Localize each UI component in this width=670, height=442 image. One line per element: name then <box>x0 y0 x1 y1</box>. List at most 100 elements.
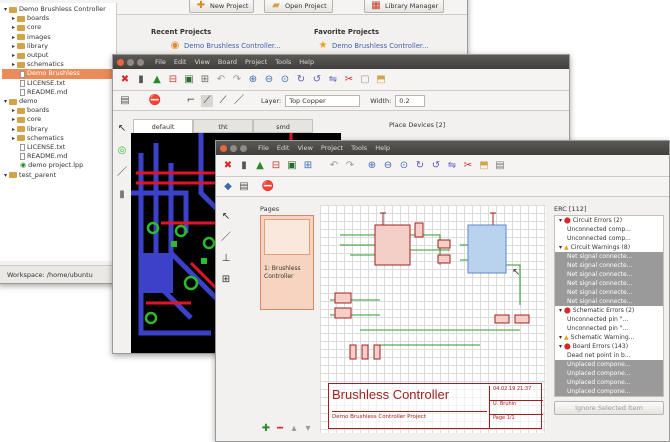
page-down-icon[interactable]: ▾ <box>302 423 314 435</box>
zoom-fit-icon[interactable]: ⊙ <box>398 160 410 172</box>
zoom-fit-icon[interactable]: ⊙ <box>279 74 291 86</box>
maximize-window-icon[interactable] <box>240 144 247 152</box>
bookmark-icon[interactable]: ⬒ <box>375 74 387 86</box>
schematic-menu-help[interactable]: Help <box>375 144 390 152</box>
ignore-selected-item-button[interactable]: Ignore Selected Item <box>554 401 664 415</box>
layers-icon[interactable]: ◆ <box>222 181 234 193</box>
wire-mode-free-icon[interactable]: ／ <box>233 95 245 107</box>
schematic-icon[interactable]: ⊟ <box>167 74 179 86</box>
add-page-icon[interactable]: ✚ <box>260 423 272 435</box>
close-window-icon[interactable] <box>220 144 227 152</box>
close-project-icon[interactable]: ✖ <box>222 160 234 172</box>
board-icon[interactable]: ▣ <box>183 74 195 86</box>
pointer-icon[interactable]: ↖ <box>116 123 128 135</box>
control-panel-icon[interactable]: ▲ <box>254 160 266 172</box>
expand-arrow-icon[interactable]: ▸ <box>12 115 15 124</box>
erc-item[interactable]: Unconnected pin "... <box>555 315 663 324</box>
expand-arrow-icon[interactable]: ▾ <box>559 306 562 315</box>
erc-item[interactable]: Unplaced compone... <box>555 378 663 387</box>
tree-item[interactable]: ▾ Demo Brushless Controller <box>2 5 113 14</box>
expand-arrow-icon[interactable]: ▸ <box>12 33 15 42</box>
expand-arrow-icon[interactable]: ▾ <box>559 243 562 252</box>
print-icon[interactable]: ▤ <box>494 160 506 172</box>
width-select[interactable]: 0.2 <box>395 94 426 107</box>
erc-item[interactable]: Net signal connecte... <box>555 252 663 261</box>
recent-project-item[interactable]: ◉ Demo Brushless Controller... <box>169 40 281 52</box>
mirror-icon[interactable]: ⇋ <box>446 160 458 172</box>
wire-mode-diagonal-icon[interactable]: ⟋ <box>217 95 229 107</box>
erc-item[interactable]: Net signal connecte... <box>555 279 663 288</box>
bookmark-icon[interactable]: ⬒ <box>478 160 490 172</box>
board-icon[interactable]: ▣ <box>286 160 298 172</box>
tree-item[interactable]: Demo Brushless <box>2 69 113 79</box>
remove-page-icon[interactable]: ━ <box>274 423 286 435</box>
board-menu-edit[interactable]: Edit <box>174 58 187 66</box>
expand-arrow-icon[interactable]: ▾ <box>4 97 7 106</box>
expand-arrow-icon[interactable]: ▸ <box>12 60 15 69</box>
minimize-window-icon[interactable] <box>230 144 237 152</box>
rotate-ccw-icon[interactable]: ↺ <box>311 74 323 86</box>
tree-item[interactable]: ▸ output <box>2 51 113 60</box>
erc-item[interactable]: Net signal connecte... <box>555 261 663 270</box>
close-project-icon[interactable]: ✖ <box>119 74 131 86</box>
tree-item[interactable]: LICENSE.txt <box>2 79 113 88</box>
expand-arrow-icon[interactable]: ▸ <box>12 14 15 23</box>
add-netlabel-icon[interactable]: ⊥ <box>220 253 232 265</box>
rotate-icon[interactable]: ↻ <box>414 160 426 172</box>
zoom-out-icon[interactable]: ⊖ <box>263 74 275 86</box>
expand-arrow-icon[interactable]: ▸ <box>12 134 15 143</box>
erc-item[interactable]: Unplaced compone... <box>555 387 663 396</box>
erc-item[interactable]: Net signal connecte... <box>555 288 663 297</box>
erc-category[interactable]: ▾ ▲ Circuit Warnings (8) <box>555 243 663 252</box>
undo-icon[interactable]: ↶ <box>328 160 340 172</box>
board-menu-view[interactable]: View <box>194 58 209 66</box>
expand-arrow-icon[interactable]: ▾ <box>559 342 562 351</box>
tab-tht[interactable]: tht <box>193 119 253 133</box>
tree-item[interactable]: ▸ boards <box>2 106 113 115</box>
select-icon[interactable]: ▤ <box>238 181 250 193</box>
rotate-icon[interactable]: ↻ <box>295 74 307 86</box>
close-window-icon[interactable] <box>117 58 124 66</box>
save-icon[interactable]: ▮ <box>135 74 147 86</box>
tree-item[interactable]: ▸ schematics <box>2 134 113 143</box>
page-up-icon[interactable]: ▴ <box>288 423 300 435</box>
delete-icon[interactable]: ✂ <box>462 160 474 172</box>
erc-item[interactable]: Unconnected pin "... <box>555 324 663 333</box>
schematic-canvas[interactable]: Brushless Controller Demo Brushless Cont… <box>320 205 546 433</box>
add-via-icon[interactable]: ◎ <box>116 145 128 157</box>
zoom-in-icon[interactable]: ⊕ <box>366 160 378 172</box>
expand-arrow-icon[interactable]: ▸ <box>12 51 15 60</box>
favorite-project-item[interactable]: ★ Demo Brushless Controller... <box>317 40 429 52</box>
tab-default[interactable]: default <box>133 119 193 133</box>
tree-item[interactable]: ▸ boards <box>2 14 113 23</box>
erc-item[interactable]: Net signal connecte... <box>555 270 663 279</box>
schematic-icon[interactable]: ⊟ <box>270 160 282 172</box>
erc-item[interactable]: Unplaced compone... <box>555 360 663 369</box>
tree-item[interactable]: ▾ demo <box>2 97 113 106</box>
undo-icon[interactable]: ↶ <box>215 74 227 86</box>
tab-smd[interactable]: smd <box>253 119 313 133</box>
erc-item[interactable]: Unconnected comp... <box>555 234 663 243</box>
erc-item[interactable]: Net signal connecte... <box>555 297 663 306</box>
maximize-window-icon[interactable] <box>137 58 144 66</box>
tree-item[interactable]: ◉ demo project.lpp <box>2 161 113 170</box>
abort-icon[interactable]: ⛔ <box>262 181 274 193</box>
tree-item[interactable]: ▸ library <box>2 42 113 51</box>
wire-mode-straight-icon[interactable]: ⌐ <box>185 95 197 107</box>
schematic-menu-edit[interactable]: Edit <box>277 144 290 152</box>
board-menu-help[interactable]: Help <box>299 58 314 66</box>
erc-item[interactable]: Dead net point in b... <box>555 351 663 360</box>
schematic-menu-view[interactable]: View <box>297 144 312 152</box>
mirror-icon[interactable]: ⇋ <box>327 74 339 86</box>
tree-item[interactable]: ▸ images <box>2 33 113 42</box>
tree-item[interactable]: ▸ core <box>2 23 113 32</box>
erc-category[interactable]: ▾ ▲ Schematic Warning... <box>555 333 663 342</box>
delete-icon[interactable]: ✂ <box>343 74 355 86</box>
wire-mode-45-icon[interactable]: ⟋ <box>201 94 213 107</box>
library-icon[interactable]: ⊞ <box>302 160 314 172</box>
board-menu-tools[interactable]: Tools <box>275 58 291 66</box>
rotate-ccw-icon[interactable]: ↺ <box>430 160 442 172</box>
draw-wire-icon[interactable]: ／ <box>220 232 232 244</box>
board-menu-file[interactable]: File <box>155 58 166 66</box>
zoom-out-icon[interactable]: ⊖ <box>382 160 394 172</box>
